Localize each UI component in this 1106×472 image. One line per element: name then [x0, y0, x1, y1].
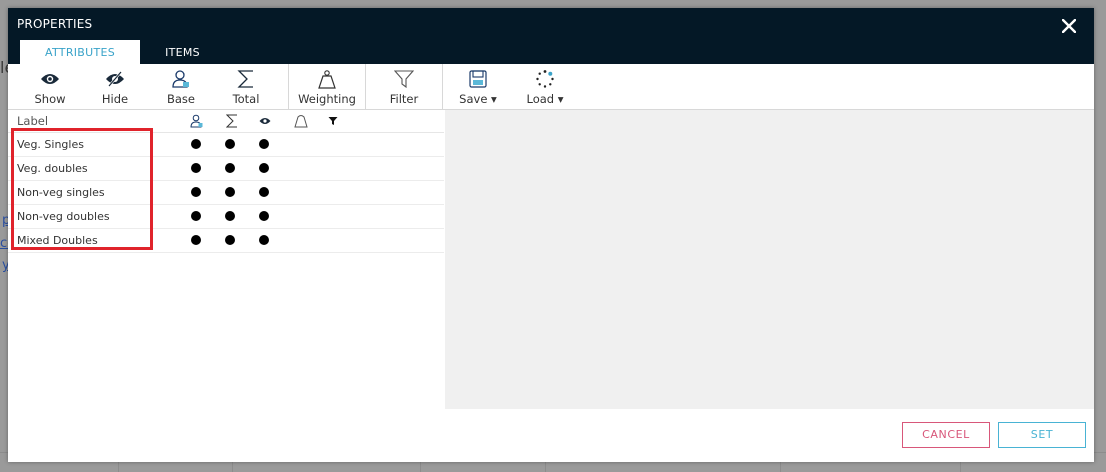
total-indicator[interactable]: [225, 211, 235, 221]
base-icon[interactable]: [189, 114, 205, 128]
label-column-header: Label: [17, 114, 49, 128]
total-indicator[interactable]: [225, 163, 235, 173]
toolbar-group-visibility: Show Hide Base Total: [8, 64, 289, 109]
show-indicator[interactable]: [259, 187, 269, 197]
weight-icon: [317, 68, 337, 90]
hide-label: Hide: [101, 92, 129, 106]
save-label: Save ▾: [459, 92, 497, 106]
show-label: Show: [34, 92, 66, 106]
total-indicator[interactable]: [225, 187, 235, 197]
total-indicator[interactable]: [225, 139, 235, 149]
item-label: Veg. Singles: [17, 138, 84, 151]
filter-icon[interactable]: [325, 114, 341, 128]
show-indicator[interactable]: [259, 235, 269, 245]
base-label: Base: [166, 92, 195, 106]
toolbar-group-saveload: Save ▾ Load ▾: [443, 64, 603, 109]
item-label: Non-veg doubles: [17, 210, 110, 223]
show-indicator[interactable]: [259, 139, 269, 149]
toolbar-group-filter: Filter: [366, 64, 443, 109]
eye-icon: [40, 68, 60, 90]
close-icon: [1061, 18, 1077, 34]
tab-attributes[interactable]: ATTRIBUTES: [20, 40, 141, 64]
toolbar-group-weighting: Weighting: [289, 64, 366, 109]
tab-items[interactable]: ITEMS: [140, 40, 225, 64]
list-item[interactable]: Mixed Doubles: [8, 229, 444, 253]
set-button[interactable]: SET: [998, 422, 1086, 448]
toolbar: Show Hide Base Total Weighting Filter Sa…: [8, 64, 1094, 110]
save-button[interactable]: Save ▾: [443, 64, 513, 109]
filter-button[interactable]: Filter: [366, 64, 442, 109]
dialog-tabs: ATTRIBUTES ITEMS: [20, 40, 225, 64]
list-item[interactable]: Veg. Singles: [8, 133, 444, 157]
base-indicator[interactable]: [191, 163, 201, 173]
dialog-title: PROPERTIES: [17, 17, 93, 31]
properties-dialog: PROPERTIES ATTRIBUTES ITEMS Show Hide Ba…: [8, 8, 1094, 462]
base-indicator[interactable]: [191, 187, 201, 197]
sum-icon[interactable]: [224, 114, 240, 128]
list-header: Label: [8, 110, 444, 133]
eye-slash-icon: [105, 68, 125, 90]
loading-spinner-icon: [535, 68, 555, 90]
cancel-button[interactable]: CANCEL: [902, 422, 990, 448]
label-list: Label Veg. Singles Veg. doubles Non-veg …: [8, 110, 444, 450]
load-button[interactable]: Load ▾: [513, 64, 577, 109]
base-button[interactable]: Base: [138, 64, 224, 109]
filter-icon: [394, 68, 414, 90]
item-label: Veg. doubles: [17, 162, 88, 175]
eye-icon[interactable]: [257, 114, 273, 128]
filter-label: Filter: [389, 92, 419, 106]
weighting-label: Weighting: [298, 92, 356, 106]
item-label: Mixed Doubles: [17, 234, 98, 247]
list-item[interactable]: Non-veg singles: [8, 181, 444, 205]
close-button[interactable]: [1056, 13, 1082, 39]
show-button[interactable]: Show: [8, 64, 92, 109]
save-icon: [469, 68, 487, 90]
total-label: Total: [232, 92, 260, 106]
show-indicator[interactable]: [259, 211, 269, 221]
base-indicator[interactable]: [191, 235, 201, 245]
base-indicator[interactable]: [191, 211, 201, 221]
base-indicator[interactable]: [191, 139, 201, 149]
list-item[interactable]: Veg. doubles: [8, 157, 444, 181]
hide-button[interactable]: Hide: [92, 64, 138, 109]
detail-panel: [445, 110, 1094, 409]
weighting-button[interactable]: Weighting: [289, 64, 365, 109]
list-item[interactable]: Non-veg doubles: [8, 205, 444, 229]
dialog-titlebar: PROPERTIES ATTRIBUTES ITEMS: [8, 8, 1094, 64]
total-indicator[interactable]: [225, 235, 235, 245]
load-label: Load ▾: [526, 92, 564, 106]
item-label: Non-veg singles: [17, 186, 105, 199]
sum-icon: [237, 68, 255, 90]
weight-icon[interactable]: [293, 114, 309, 128]
base-icon: [171, 68, 191, 90]
total-button[interactable]: Total: [224, 64, 268, 109]
show-indicator[interactable]: [259, 163, 269, 173]
